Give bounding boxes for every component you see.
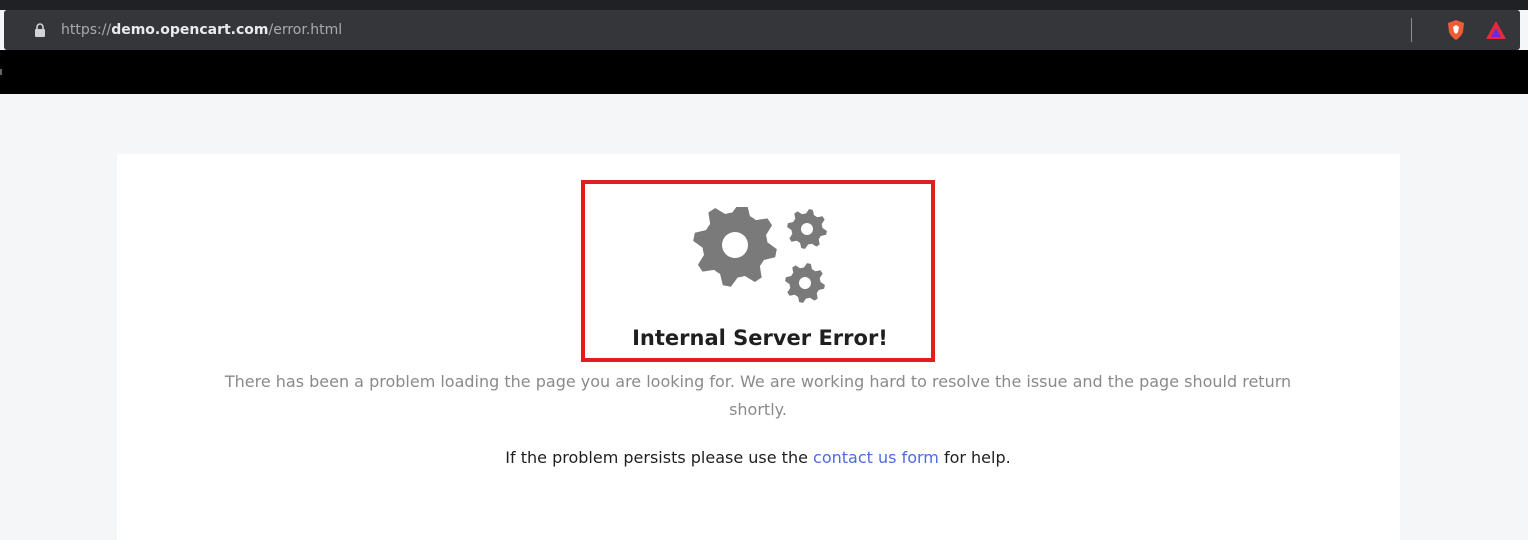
help-suffix: for help. (938, 448, 1011, 467)
address-bar[interactable]: https://demo.opencart.com/error.html (4, 10, 1520, 50)
bookmark-bar (0, 50, 1528, 94)
lock-icon[interactable] (32, 22, 48, 38)
toolbar-divider (1411, 18, 1412, 42)
help-text: If the problem persists please use the c… (195, 448, 1321, 467)
brave-shield-icon[interactable] (1444, 18, 1468, 42)
url-text[interactable]: https://demo.opencart.com/error.html (61, 22, 342, 38)
browser-top-strip (0, 0, 1528, 10)
url-path: /error.html (268, 22, 343, 38)
bookmark-bar-edge (0, 69, 2, 75)
error-description: There has been a problem loading the pag… (224, 372, 1292, 419)
help-prefix: If the problem persists please use the (505, 448, 814, 467)
url-scheme: https:// (61, 22, 112, 38)
brave-rewards-icon[interactable] (1484, 18, 1508, 42)
annotation-highlight-box (581, 180, 935, 362)
contact-us-link[interactable]: contact us form (813, 448, 939, 467)
toolbar-right (1411, 10, 1508, 50)
url-domain: demo.opencart.com (111, 22, 269, 38)
